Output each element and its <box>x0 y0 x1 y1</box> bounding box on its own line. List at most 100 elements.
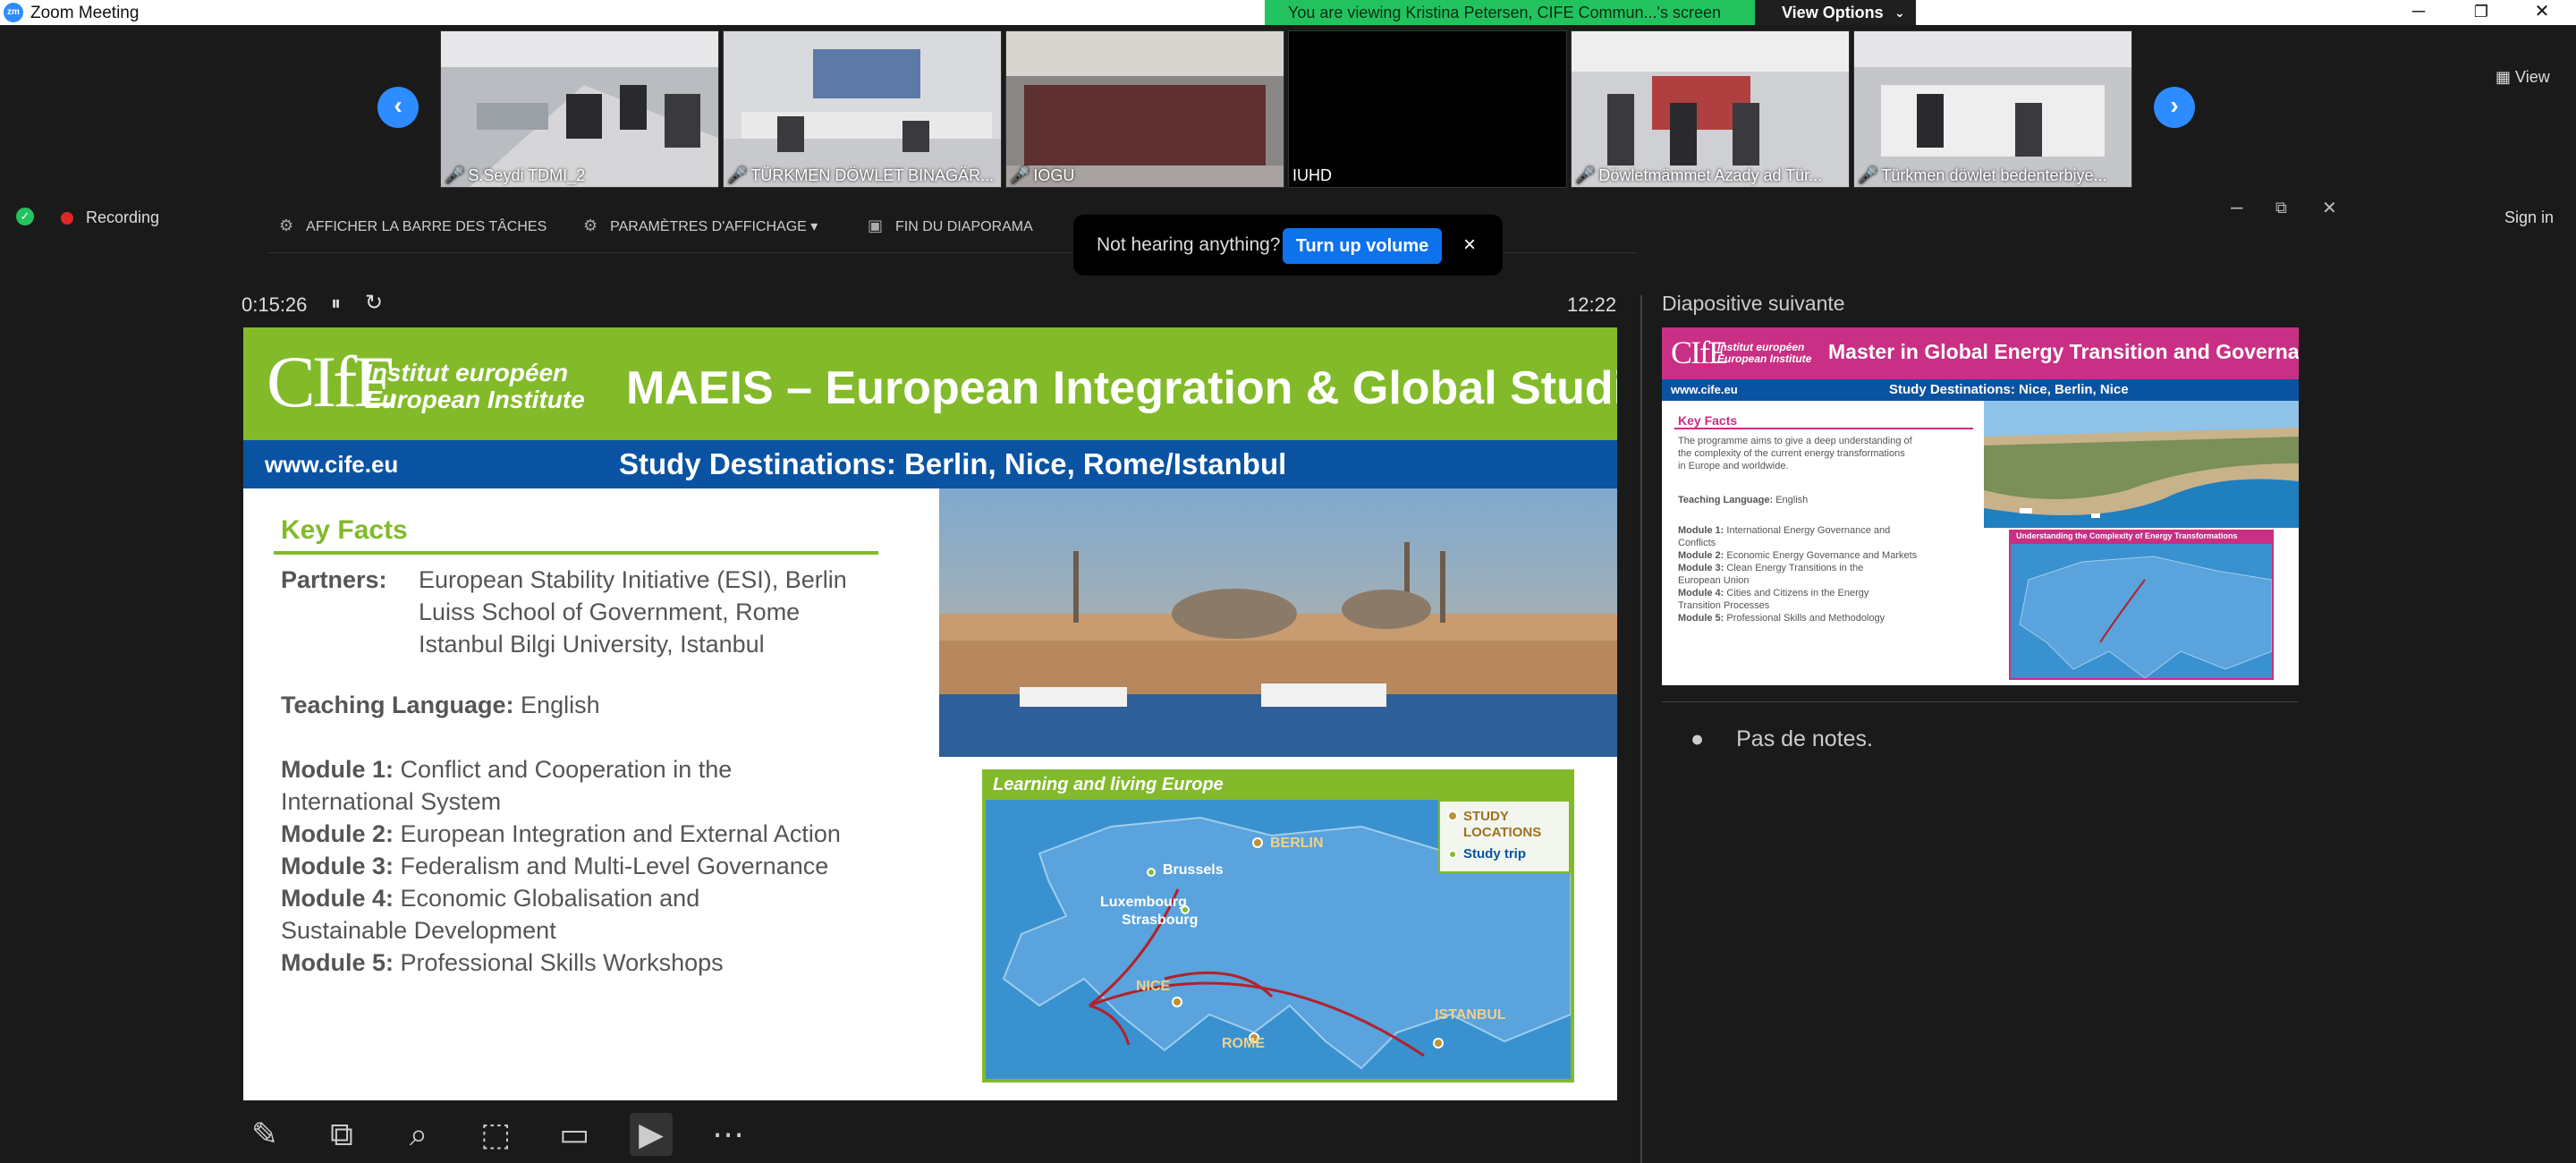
key-facts-underline <box>274 551 878 555</box>
next-slide-map: Understanding the Complexity of Energy T… <box>2009 530 2274 680</box>
elapsed-timer: 0:15:26 <box>242 293 308 316</box>
audio-toast: Not hearing anything? Turn up volume × <box>1073 215 1503 276</box>
security-shield-icon[interactable]: ✓ <box>16 208 34 225</box>
close-share-button[interactable]: ✕ <box>2322 197 2337 219</box>
show-taskbar-button[interactable]: ⚙ AFFICHER LA BARRE DES TÂCHES <box>279 216 547 235</box>
restart-icon[interactable]: ↻ <box>365 290 383 316</box>
minimize-button[interactable]: ─ <box>2390 0 2447 25</box>
panel-divider[interactable] <box>1640 295 1642 1163</box>
pen-icon[interactable]: ✎ <box>243 1113 286 1156</box>
next-slide-subheader: www.cife.eu Study Destinations: Nice, Be… <box>1662 379 2299 401</box>
recording-label[interactable]: Recording <box>86 208 159 227</box>
module-item: Module 1: Conflict and Cooperation in th… <box>281 756 733 783</box>
institute-name: Institut européen European Institute <box>365 359 585 413</box>
current-time: 12:22 <box>1567 293 1617 316</box>
screen-share-banner: You are viewing Kristina Petersen, CIFE … <box>1265 0 1916 25</box>
partners-list: European Stability Initiative (ESI), Ber… <box>419 566 847 658</box>
slide-header: CIfE Institut européen European Institute… <box>243 327 1617 440</box>
key-facts-heading: Key Facts <box>281 515 408 545</box>
legend-study: STUDY <box>1463 809 1509 824</box>
close-button[interactable]: ✕ <box>2513 0 2571 25</box>
legend-trip: Study trip <box>1463 846 1526 862</box>
participant-name: IUHD <box>1292 166 1332 184</box>
classroom-video <box>441 31 718 187</box>
mic-muted-icon: 🎤 <box>727 166 748 184</box>
camera-icon[interactable]: ▶ <box>630 1113 673 1156</box>
participant-tile[interactable]: 🎤 Türkmen döwlet bedenterbiye... <box>1853 30 2132 188</box>
module-item: Module 3: Federalism and Multi-Level Gov… <box>281 853 829 879</box>
toast-close-button[interactable]: × <box>1463 233 1476 258</box>
slideshow-icon: ▣ <box>868 216 884 234</box>
next-slide-label: Diapositive suivante <box>1662 292 1845 315</box>
layout-icon[interactable]: ⧉ <box>320 1113 363 1156</box>
gallery-next-button[interactable]: › <box>2154 87 2195 128</box>
nice-marker-icon <box>1172 997 1182 1007</box>
next-map-title: Understanding the Complexity of Energy T… <box>2011 531 2272 544</box>
city-berlin: BERLIN <box>1270 836 1324 851</box>
next-slide-intro: The programme aims to give a deep unders… <box>1678 436 1912 471</box>
classroom-video <box>724 31 1001 187</box>
display-settings-button[interactable]: ⚙ PARAMÈTRES D'AFFICHAGE ▾ <box>583 216 818 235</box>
next-slide-subtitle: Study Destinations: Nice, Berlin, Nice <box>1889 382 2129 397</box>
gallery-prev-button[interactable]: ‹ <box>377 87 419 128</box>
participant-tile[interactable]: 🎤 TÜRKMEN DÖWLET BINAGÄR... <box>723 30 1002 188</box>
screen-share-text: You are viewing Kristina Petersen, CIFE … <box>1288 4 1721 21</box>
next-teaching-language: Teaching Language: English <box>1678 495 1809 505</box>
city-istanbul: ISTANBUL <box>1435 1007 1506 1023</box>
study-location-dot-icon <box>1447 811 1458 821</box>
participant-tile[interactable]: IUHD <box>1288 30 1567 188</box>
sign-in-button[interactable]: Sign in <box>2504 208 2554 227</box>
participant-name: 🎤 TÜRKMEN DÖWLET BINAGÄR... <box>727 166 995 184</box>
zoom-logo-icon: zm <box>4 3 23 22</box>
current-slide: CIfE Institut européen European Institute… <box>243 327 1617 1100</box>
restore-share-button[interactable]: ⧉ <box>2275 199 2287 217</box>
module-item: Module 4: Economic Globalisation and <box>281 885 700 912</box>
pause-icon[interactable]: ⏸ <box>331 292 341 315</box>
legend-locations: LOCATIONS <box>1463 825 1542 840</box>
view-options-label: View Options <box>1782 4 1884 21</box>
display-settings-icon: ⚙ <box>583 216 598 234</box>
slide-title: MAEIS – European Integration & Global St… <box>626 362 1617 414</box>
next-slide-title: Master in Global Energy Transition and G… <box>1828 340 2299 363</box>
city-nice: NICE <box>1136 979 1171 994</box>
participant-name: 🎤 S.Seydi TDMI_2 <box>445 166 586 184</box>
next-key-facts-heading: Key Facts <box>1678 413 1738 428</box>
classroom-video <box>1572 31 1849 187</box>
city-luxembourg: Luxembourg <box>1100 895 1187 910</box>
pointer-icon[interactable]: ⬚ <box>474 1113 517 1156</box>
participant-name: 🎤 IOGU <box>1010 166 1075 184</box>
module-item-cont: International System <box>281 788 502 815</box>
next-modules-list: Module 1: International Energy Governanc… <box>1678 525 1918 624</box>
window-title: Zoom Meeting <box>30 4 140 22</box>
taskbar-icon: ⚙ <box>279 216 294 234</box>
teaching-language: Teaching Language: English <box>281 692 600 718</box>
turn-up-volume-button[interactable]: Turn up volume <box>1283 228 1442 264</box>
more-icon[interactable]: ⋯ <box>707 1113 750 1156</box>
magnifier-icon[interactable]: ⌕ <box>397 1113 440 1156</box>
minimize-share-button[interactable]: – <box>2231 195 2242 220</box>
chevron-right-icon: › <box>2170 91 2179 119</box>
notes-divider <box>1662 701 2299 702</box>
participant-tile[interactable]: 🎤 S.Seydi TDMI_2 <box>440 30 719 188</box>
participant-tile[interactable]: 🎤 IOGU <box>1005 30 1284 188</box>
city-brussels: Brussels <box>1163 862 1224 878</box>
recording-dot-icon <box>61 212 73 225</box>
end-slideshow-button[interactable]: ▣ FIN DU DIAPORAMA <box>868 216 1033 235</box>
next-slide-preview[interactable]: CIfE Institut européen European Institute… <box>1662 327 2299 685</box>
speaker-notes[interactable]: ● Pas de notes. <box>1690 726 1873 752</box>
next-key-facts-underline <box>1674 428 1973 429</box>
slide-subheader: www.cife.eu Study Destinations: Berlin, … <box>243 440 1617 488</box>
view-button[interactable]: ▦ View <box>2496 68 2550 87</box>
next-slide-header: CIfE Institut européen European Institute… <box>1662 327 2299 379</box>
participant-name: 🎤 Türkmen döwlet bedenterbiye... <box>1858 166 2107 184</box>
europe-map: Learning and living Europe STUDY LOCATIO… <box>982 769 1574 1082</box>
subtitles-icon[interactable]: ▭ <box>553 1113 596 1156</box>
classroom-video <box>1854 31 2131 187</box>
chevron-left-icon: ‹ <box>394 91 402 119</box>
module-item: Module 5: Professional Skills Workshops <box>281 949 724 976</box>
study-trip-dot-icon <box>1448 850 1457 859</box>
restore-button[interactable]: ❐ <box>2453 0 2510 25</box>
berlin-marker-icon <box>1252 837 1263 848</box>
participant-tile[interactable]: 🎤 Döwletmämmet Azady ad Tür... <box>1571 30 1850 188</box>
view-options-button[interactable]: View Options ⌄ <box>1755 0 1916 25</box>
